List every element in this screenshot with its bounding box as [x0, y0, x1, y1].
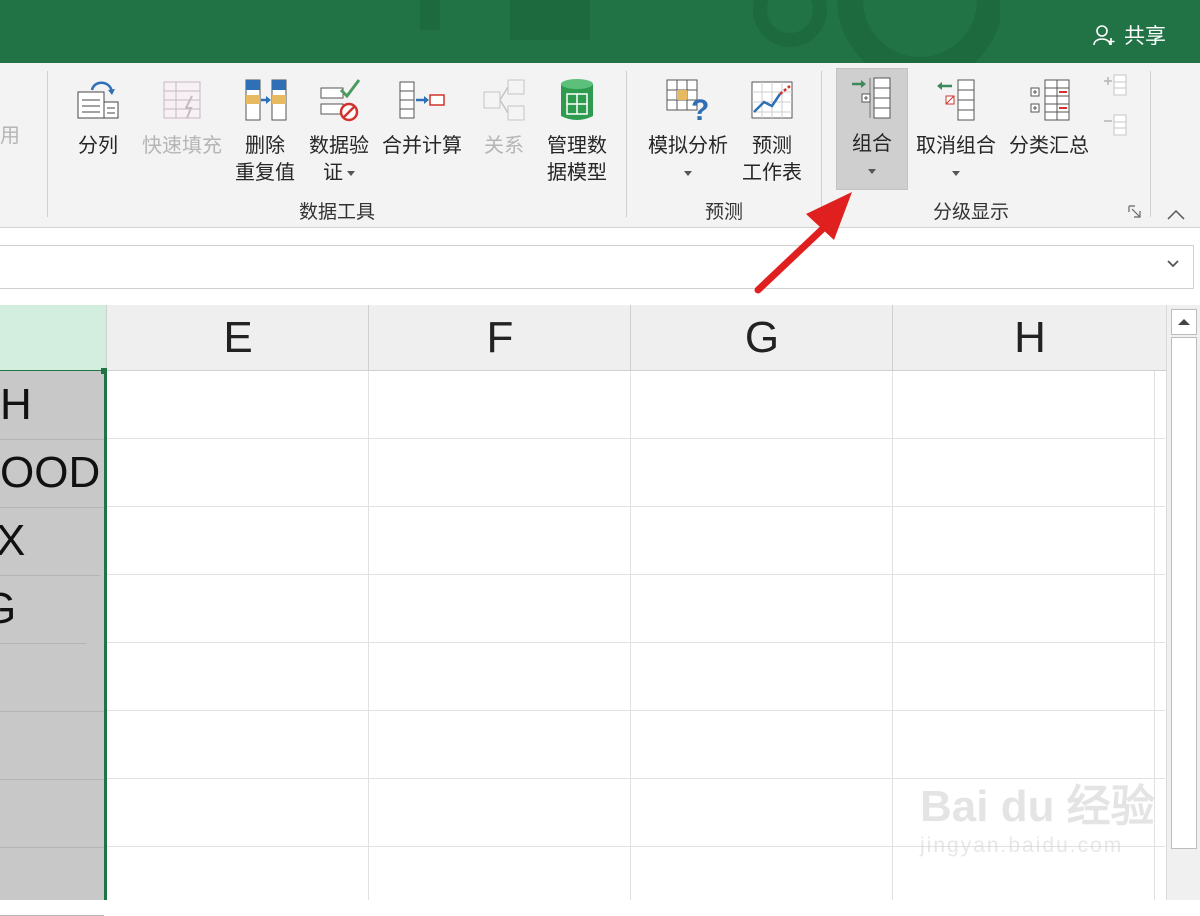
cell-d6[interactable] [0, 711, 104, 780]
relationships-button: 关系 [478, 71, 530, 193]
ribbon-separator [47, 71, 48, 217]
scroll-up-button[interactable] [1171, 309, 1197, 335]
ungroup-rows-icon [937, 79, 975, 121]
remove-duplicates-icon [245, 79, 287, 121]
cell-d5[interactable] [0, 643, 104, 712]
svg-text:?: ? [691, 94, 709, 124]
forecast-sheet-icon [751, 81, 793, 119]
cell-d4[interactable]: G [0, 575, 86, 644]
consolidate-icon [399, 81, 445, 119]
text-to-columns-button[interactable]: 分列 [70, 71, 126, 193]
dialog-launcher-icon[interactable] [1128, 205, 1142, 219]
group-button[interactable]: 组合 [836, 68, 908, 190]
show-detail-icon[interactable] [1102, 73, 1128, 99]
ribbon: 用 分列 快速填充 删除 重复值 数据验 证 合并计算 关系 管理数 据模型 数… [0, 63, 1200, 228]
column-header-d[interactable] [0, 305, 106, 372]
column-header-g[interactable]: G [630, 305, 893, 371]
dropdown-caret-icon [347, 171, 355, 177]
scroll-thumb[interactable] [1171, 337, 1197, 849]
ribbon-partial-label: 用 [0, 125, 20, 147]
column-line [368, 371, 369, 900]
data-validation-button[interactable]: 数据验证 [302, 71, 376, 193]
consolidate-button[interactable]: 合并计算 [378, 71, 466, 193]
column-header-f[interactable]: F [368, 305, 631, 371]
group-rows-icon [852, 77, 891, 119]
red-pointer-arrow-icon [754, 192, 852, 294]
what-if-analysis-button[interactable]: ? 模拟分析 [642, 71, 734, 193]
manage-data-model-button[interactable]: 管理数 据模型 [540, 71, 614, 193]
remove-duplicates-button[interactable]: 删除 重复值 [232, 71, 298, 193]
share-label: 共享 [1124, 25, 1166, 48]
cell-d1[interactable]: H [0, 371, 104, 440]
column-line [892, 371, 893, 900]
cell-d7[interactable] [0, 779, 104, 848]
person-add-icon [1093, 25, 1115, 46]
forecast-sheet-button[interactable]: 预测 工作表 [736, 71, 808, 193]
subtotal-icon [1030, 79, 1070, 121]
title-bar: 共享 [0, 0, 1200, 63]
row-line [107, 710, 1165, 711]
selected-column-d[interactable]: H OOD X G [0, 371, 107, 916]
watermark-brand: Bai du 经验 [920, 782, 1155, 831]
dropdown-caret-icon [952, 171, 960, 177]
ribbon-separator [626, 71, 627, 217]
collapse-ribbon-icon[interactable] [1166, 207, 1186, 221]
cell-d2[interactable]: OOD [0, 439, 104, 508]
triangle-up-icon [1178, 319, 1190, 325]
cell-d3[interactable]: X [0, 507, 100, 576]
row-line [107, 642, 1165, 643]
row-line [107, 506, 1165, 507]
column-header-h[interactable]: H [892, 305, 1167, 371]
column-line [630, 371, 631, 900]
cell-d8[interactable] [0, 847, 104, 916]
row-line [107, 438, 1165, 439]
text-to-columns-icon [77, 81, 119, 119]
group-label-data-tools: 数据工具 [298, 202, 375, 223]
data-model-icon [561, 79, 593, 120]
what-if-analysis-icon: ? [666, 79, 709, 124]
share-button[interactable]: 共享 [1092, 20, 1166, 50]
formula-bar-input[interactable] [0, 245, 1194, 289]
relationships-icon [483, 79, 525, 121]
flash-fill-icon [163, 81, 201, 119]
hide-detail-icon[interactable] [1102, 113, 1128, 139]
subtotal-button[interactable]: 分类汇总 [1004, 71, 1094, 193]
baidu-watermark: Bai du 经验 jingyan.baidu.com [920, 770, 1155, 858]
data-validation-icon [320, 79, 361, 122]
flash-fill-button: 快速填充 [137, 71, 227, 193]
vertical-scrollbar[interactable] [1166, 305, 1200, 900]
ungroup-button[interactable]: 取消组合 [910, 71, 1002, 193]
chevron-down-icon[interactable] [1167, 258, 1179, 270]
row-line [107, 574, 1165, 575]
ribbon-separator [1150, 71, 1151, 217]
dropdown-caret-icon [868, 169, 876, 175]
column-header-e[interactable]: E [106, 305, 369, 371]
watermark-url: jingyan.baidu.com [920, 834, 1124, 857]
dropdown-caret-icon [684, 171, 692, 177]
title-bar-decoration [420, 0, 1000, 63]
